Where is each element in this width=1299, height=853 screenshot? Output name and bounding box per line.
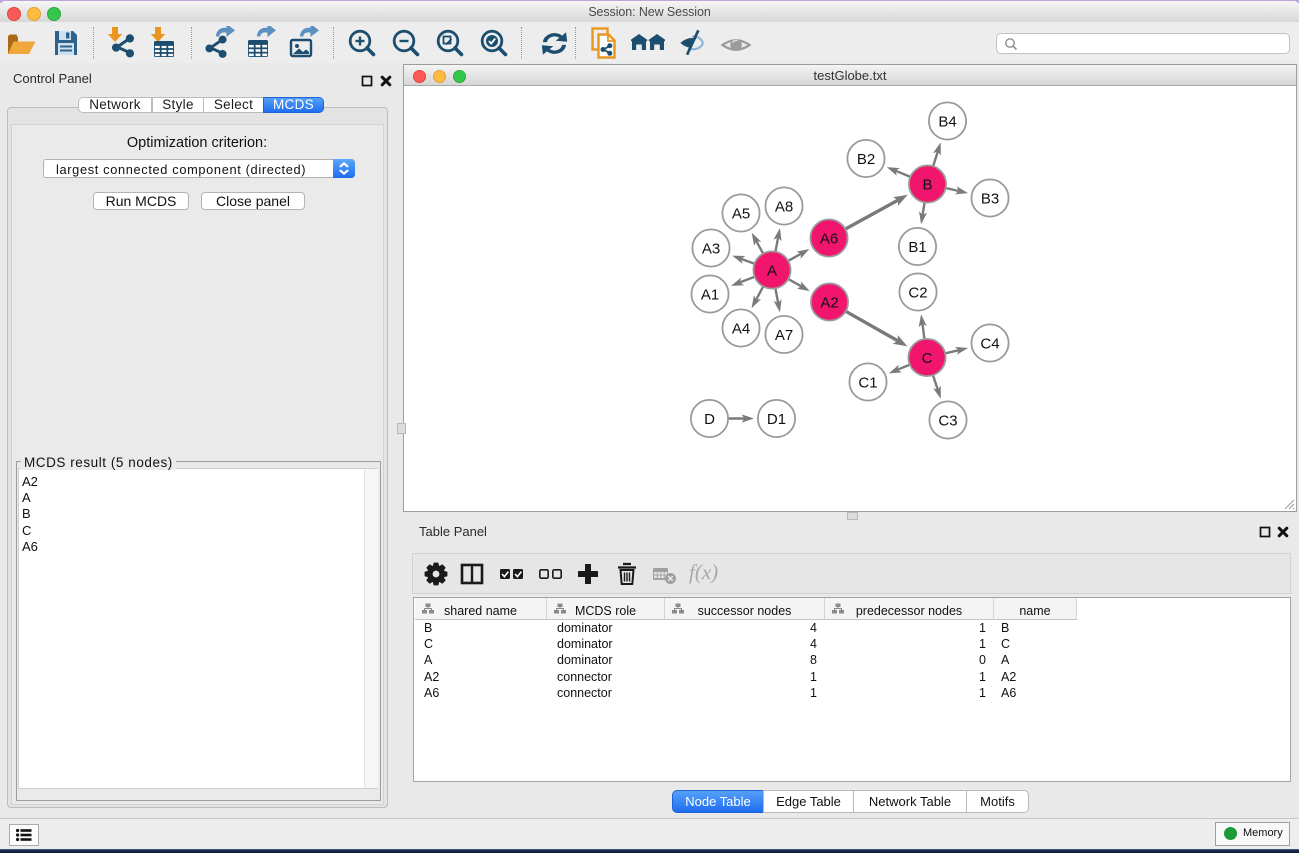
svg-text:A2: A2: [820, 295, 838, 312]
svg-text:D1: D1: [767, 411, 786, 428]
svg-text:C2: C2: [908, 285, 927, 302]
svg-text:B3: B3: [981, 191, 999, 208]
svg-text:B4: B4: [938, 114, 956, 131]
svg-text:A: A: [767, 263, 777, 280]
svg-text:A7: A7: [775, 327, 793, 344]
svg-text:B2: B2: [857, 151, 875, 168]
svg-text:A1: A1: [701, 287, 719, 304]
svg-text:D: D: [704, 411, 715, 428]
svg-text:C: C: [922, 350, 933, 367]
svg-text:A5: A5: [732, 206, 750, 223]
svg-text:C4: C4: [980, 336, 999, 353]
svg-text:C1: C1: [858, 375, 877, 392]
svg-text:A4: A4: [732, 321, 750, 338]
svg-text:B1: B1: [908, 239, 926, 256]
svg-text:A8: A8: [775, 199, 793, 216]
svg-text:A3: A3: [702, 241, 720, 258]
svg-text:B: B: [922, 177, 932, 194]
svg-text:C3: C3: [938, 413, 957, 430]
svg-text:A6: A6: [820, 231, 838, 248]
